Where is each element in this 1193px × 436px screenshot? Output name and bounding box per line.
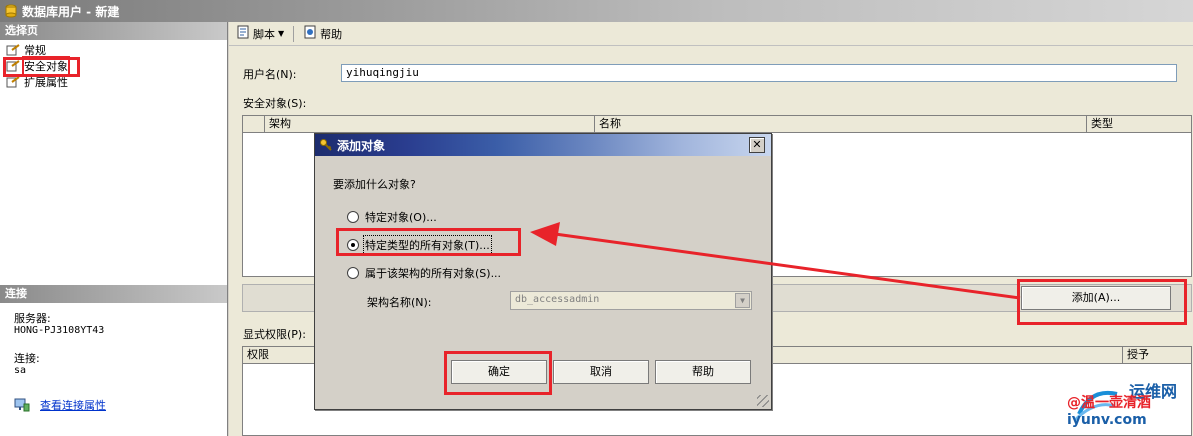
radio-button[interactable] bbox=[347, 239, 359, 251]
username-label: 用户名(N): bbox=[243, 68, 297, 81]
window-title: 数据库用户 - 新建 bbox=[22, 4, 120, 19]
grid-corner bbox=[243, 116, 265, 132]
securables-grid-header: 架构 名称 类型 bbox=[243, 116, 1191, 133]
page-icon bbox=[6, 60, 20, 72]
dropdown-arrow-icon: ▼ bbox=[278, 29, 285, 38]
script-icon bbox=[236, 25, 250, 42]
dialog-title: 添加对象 bbox=[337, 138, 386, 153]
script-button[interactable]: 脚本 ▼ bbox=[233, 25, 287, 42]
column-header-type[interactable]: 类型 bbox=[1087, 116, 1191, 132]
page-item-securables[interactable]: 安全对象 bbox=[6, 56, 227, 76]
username-input[interactable]: yihuqingjiu bbox=[341, 64, 1177, 82]
column-header-name[interactable]: 名称 bbox=[595, 116, 1087, 132]
pages-header: 选择页 bbox=[0, 22, 227, 40]
page-item-label: 安全对象 bbox=[22, 56, 70, 76]
connection-properties-icon bbox=[14, 398, 30, 412]
dialog-close-button[interactable]: ✕ bbox=[749, 137, 765, 153]
dialog-title-bar: 添加对象 bbox=[315, 134, 771, 156]
help-button[interactable]: 帮助 bbox=[655, 360, 751, 384]
securables-label: 安全对象(S): bbox=[243, 97, 307, 110]
permissions-label: 显式权限(P): bbox=[243, 328, 306, 341]
left-panel: 选择页 常规 安全对象 扩展属性 连接 服务器: HONG-PJ3108YT43… bbox=[0, 22, 228, 436]
connection-header: 连接 bbox=[0, 285, 227, 303]
window-title-bar: 数据库用户 - 新建 bbox=[0, 0, 1193, 22]
watermark-author: @温一壶清酒 bbox=[1067, 395, 1151, 411]
page-item-label: 常规 bbox=[24, 44, 46, 57]
connection-label: 连接: bbox=[14, 352, 40, 365]
view-connection-properties-link[interactable]: 查看连接属性 bbox=[14, 397, 106, 413]
schema-name-value: db_accessadmin bbox=[515, 294, 600, 305]
toolbar-separator bbox=[293, 25, 295, 42]
column-header-schema[interactable]: 架构 bbox=[265, 116, 595, 132]
ok-button[interactable]: 确定 bbox=[451, 360, 547, 384]
page-item-label: 扩展属性 bbox=[24, 76, 68, 89]
resize-grip[interactable] bbox=[757, 395, 769, 407]
radio-label: 特定类型的所有对象(T)... bbox=[363, 235, 492, 255]
database-icon bbox=[4, 4, 18, 18]
server-label: 服务器: bbox=[14, 312, 51, 325]
help-label: 帮助 bbox=[320, 27, 343, 41]
page-list: 常规 安全对象 扩展属性 bbox=[0, 40, 227, 90]
radio-all-objects-of-type[interactable]: 特定类型的所有对象(T)... bbox=[347, 235, 492, 255]
radio-specific-objects[interactable]: 特定对象(O)... bbox=[347, 209, 437, 225]
script-label: 脚本 bbox=[253, 27, 275, 41]
page-item-general[interactable]: 常规 bbox=[6, 42, 227, 58]
radio-all-objects-in-schema[interactable]: 属于该架构的所有对象(S)... bbox=[347, 265, 501, 281]
column-header-grant[interactable]: 授予 bbox=[1123, 347, 1191, 363]
radio-button[interactable] bbox=[347, 211, 359, 223]
radio-label: 属于该架构的所有对象(S)... bbox=[365, 267, 502, 280]
dialog-prompt: 要添加什么对象? bbox=[333, 178, 416, 191]
chevron-down-icon[interactable]: ▼ bbox=[735, 293, 750, 308]
watermark-url: iyunv.com bbox=[1067, 412, 1147, 428]
help-toolbar-button[interactable]: 帮助 bbox=[300, 25, 345, 42]
cancel-button[interactable]: 取消 bbox=[553, 360, 649, 384]
page-icon bbox=[6, 44, 20, 56]
connection-info: 服务器: HONG-PJ3108YT43 连接: sa bbox=[0, 303, 227, 377]
watermark-subtitle: @温一壶清酒 iyunv.com bbox=[1067, 392, 1181, 428]
toolbar: 脚本 ▼ 帮助 bbox=[229, 22, 1193, 46]
view-connection-properties-label: 查看连接属性 bbox=[40, 399, 106, 412]
schema-name-label: 架构名称(N): bbox=[367, 296, 432, 309]
help-icon bbox=[303, 25, 317, 42]
radio-button[interactable] bbox=[347, 267, 359, 279]
server-value: HONG-PJ3108YT43 bbox=[14, 325, 105, 336]
key-icon bbox=[319, 138, 333, 152]
connection-value: sa bbox=[14, 365, 27, 376]
add-button[interactable]: 添加(A)... bbox=[1021, 286, 1171, 310]
connection-section: 连接 服务器: HONG-PJ3108YT43 连接: sa 查看连接属性 bbox=[0, 285, 227, 412]
watermark: 运维网 @温一壶清酒 iyunv.com bbox=[1067, 374, 1187, 432]
radio-label: 特定对象(O)... bbox=[365, 211, 437, 224]
page-icon bbox=[6, 76, 20, 88]
add-objects-dialog: 添加对象 ✕ 要添加什么对象? 特定对象(O)... 特定类型的所有对象(T).… bbox=[314, 133, 772, 410]
page-item-extended-properties[interactable]: 扩展属性 bbox=[6, 74, 227, 90]
schema-name-select[interactable]: db_accessadmin ▼ bbox=[510, 291, 752, 310]
